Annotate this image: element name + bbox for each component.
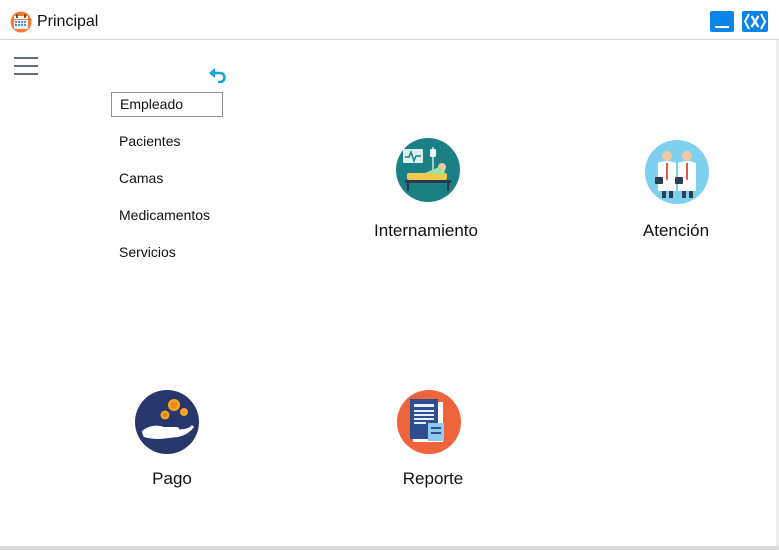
sidebar-item-camas[interactable]: Camas <box>111 166 223 191</box>
sidebar-item-empleado[interactable]: Empleado <box>111 92 223 117</box>
close-icon <box>743 13 767 30</box>
close-button[interactable] <box>742 11 768 32</box>
window-title: Principal <box>37 13 99 30</box>
hand-coins-icon <box>135 390 199 454</box>
report-document-icon <box>397 390 461 454</box>
tile-label-internamiento: Internamiento <box>374 221 478 240</box>
doctors-icon <box>645 140 709 204</box>
sidebar-item-pacientes[interactable]: Pacientes <box>111 129 223 154</box>
sidebar-item-servicios[interactable]: Servicios <box>111 240 223 265</box>
tile-label-reporte: Reporte <box>402 469 464 488</box>
undo-arrow-icon[interactable] <box>209 67 227 83</box>
tile-label-atencion: Atención <box>642 221 710 240</box>
hamburger-menu-icon[interactable] <box>14 55 38 77</box>
window-border-bottom <box>0 546 779 550</box>
sidebar-item-medicamentos[interactable]: Medicamentos <box>111 203 223 228</box>
title-bar: Principal <box>0 0 779 40</box>
minimize-button[interactable] <box>710 11 734 32</box>
tile-label-pago: Pago <box>152 469 192 488</box>
hospital-bed-icon <box>396 138 460 202</box>
calendar-app-icon <box>10 11 32 33</box>
